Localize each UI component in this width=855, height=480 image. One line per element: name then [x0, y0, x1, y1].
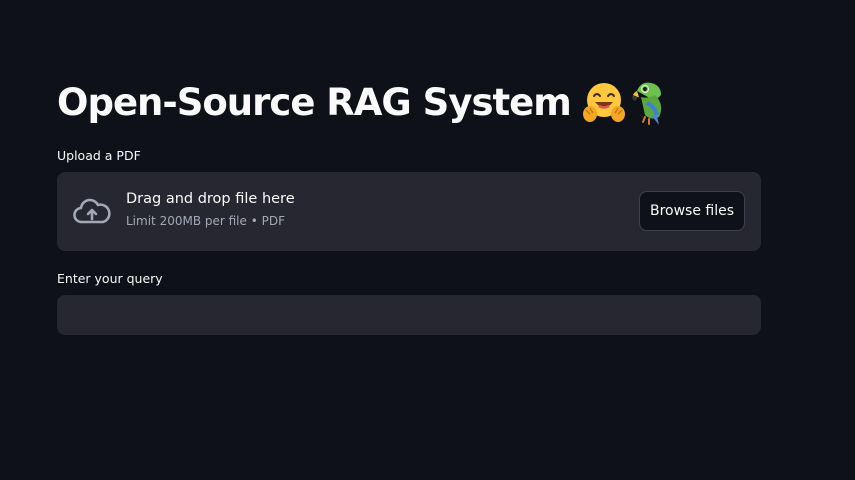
dropzone-text: Drag and drop file here Limit 200MB per …: [126, 191, 295, 228]
cloud-upload-icon: [73, 198, 111, 224]
page-title: Open-Source RAG System: [57, 80, 572, 124]
title-row: Open-Source RAG System: [57, 72, 673, 132]
query-input[interactable]: [57, 295, 761, 335]
hugging-face-emoji-icon: [582, 83, 625, 122]
browse-files-button[interactable]: Browse files: [639, 191, 745, 231]
upload-label: Upload a PDF: [57, 148, 141, 163]
file-dropzone[interactable]: Drag and drop file here Limit 200MB per …: [57, 172, 761, 251]
dropzone-limit: Limit 200MB per file • PDF: [126, 214, 285, 228]
dropzone-title: Drag and drop file here: [126, 191, 295, 207]
parrot-emoji-icon: [632, 82, 662, 125]
query-label: Enter your query: [57, 271, 163, 286]
